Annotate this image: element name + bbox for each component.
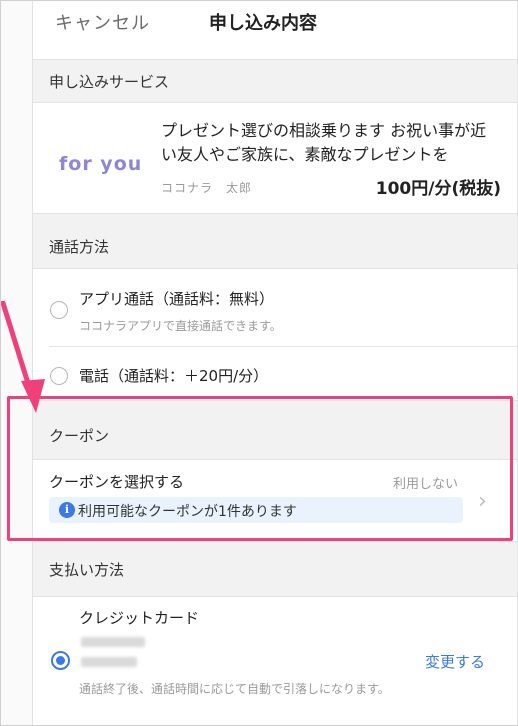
credit-card-label: クレジットカード bbox=[79, 609, 200, 627]
pointer-arrow-icon bbox=[1, 301, 45, 413]
card-number-blurred bbox=[81, 637, 145, 647]
service-section-heading: 申し込みサービス bbox=[49, 73, 170, 91]
payment-note: 通話終了後、通話時間に応じて自動で引落しになります。 bbox=[79, 682, 390, 696]
payment-section-header: 支払い方法 bbox=[33, 541, 517, 597]
service-description[interactable]: プレゼント選びの相談乗ります お祝い事が近い友人やご家族に、素敵なプレゼントを bbox=[161, 119, 501, 167]
card-expiry-blurred bbox=[81, 657, 137, 667]
header: キャンセル 申し込み内容 bbox=[33, 1, 517, 43]
app-call-description: ココナラアプリで直接通話できます。 bbox=[79, 319, 282, 333]
screenshot-frame: キャンセル 申し込み内容 申し込みサービス for you プレゼント選びの相談… bbox=[0, 0, 518, 726]
change-payment-button[interactable]: 変更する bbox=[425, 651, 485, 672]
call-method-heading: 通話方法 bbox=[49, 238, 110, 256]
coupon-highlight-box bbox=[7, 396, 513, 541]
app-call-label: アプリ通話（通話料：無料） bbox=[79, 290, 275, 308]
payment-heading: 支払い方法 bbox=[49, 561, 125, 579]
call-method-section-header: 通話方法 bbox=[33, 213, 517, 269]
cancel-button[interactable]: キャンセル bbox=[55, 9, 150, 35]
phone-call-label: 電話（通話料：＋20円/分） bbox=[79, 367, 269, 385]
seller-name: ココナラ 太郎 bbox=[161, 181, 253, 195]
service-logo: for you bbox=[59, 153, 143, 175]
option-divider bbox=[49, 346, 517, 347]
service-section-header: 申し込みサービス bbox=[33, 59, 517, 103]
application-panel: キャンセル 申し込み内容 申し込みサービス for you プレゼント選びの相談… bbox=[32, 1, 518, 725]
service-price: 100円/分(税抜) bbox=[375, 179, 501, 199]
credit-card-radio[interactable] bbox=[51, 651, 70, 670]
page-title: 申し込み内容 bbox=[209, 13, 317, 34]
